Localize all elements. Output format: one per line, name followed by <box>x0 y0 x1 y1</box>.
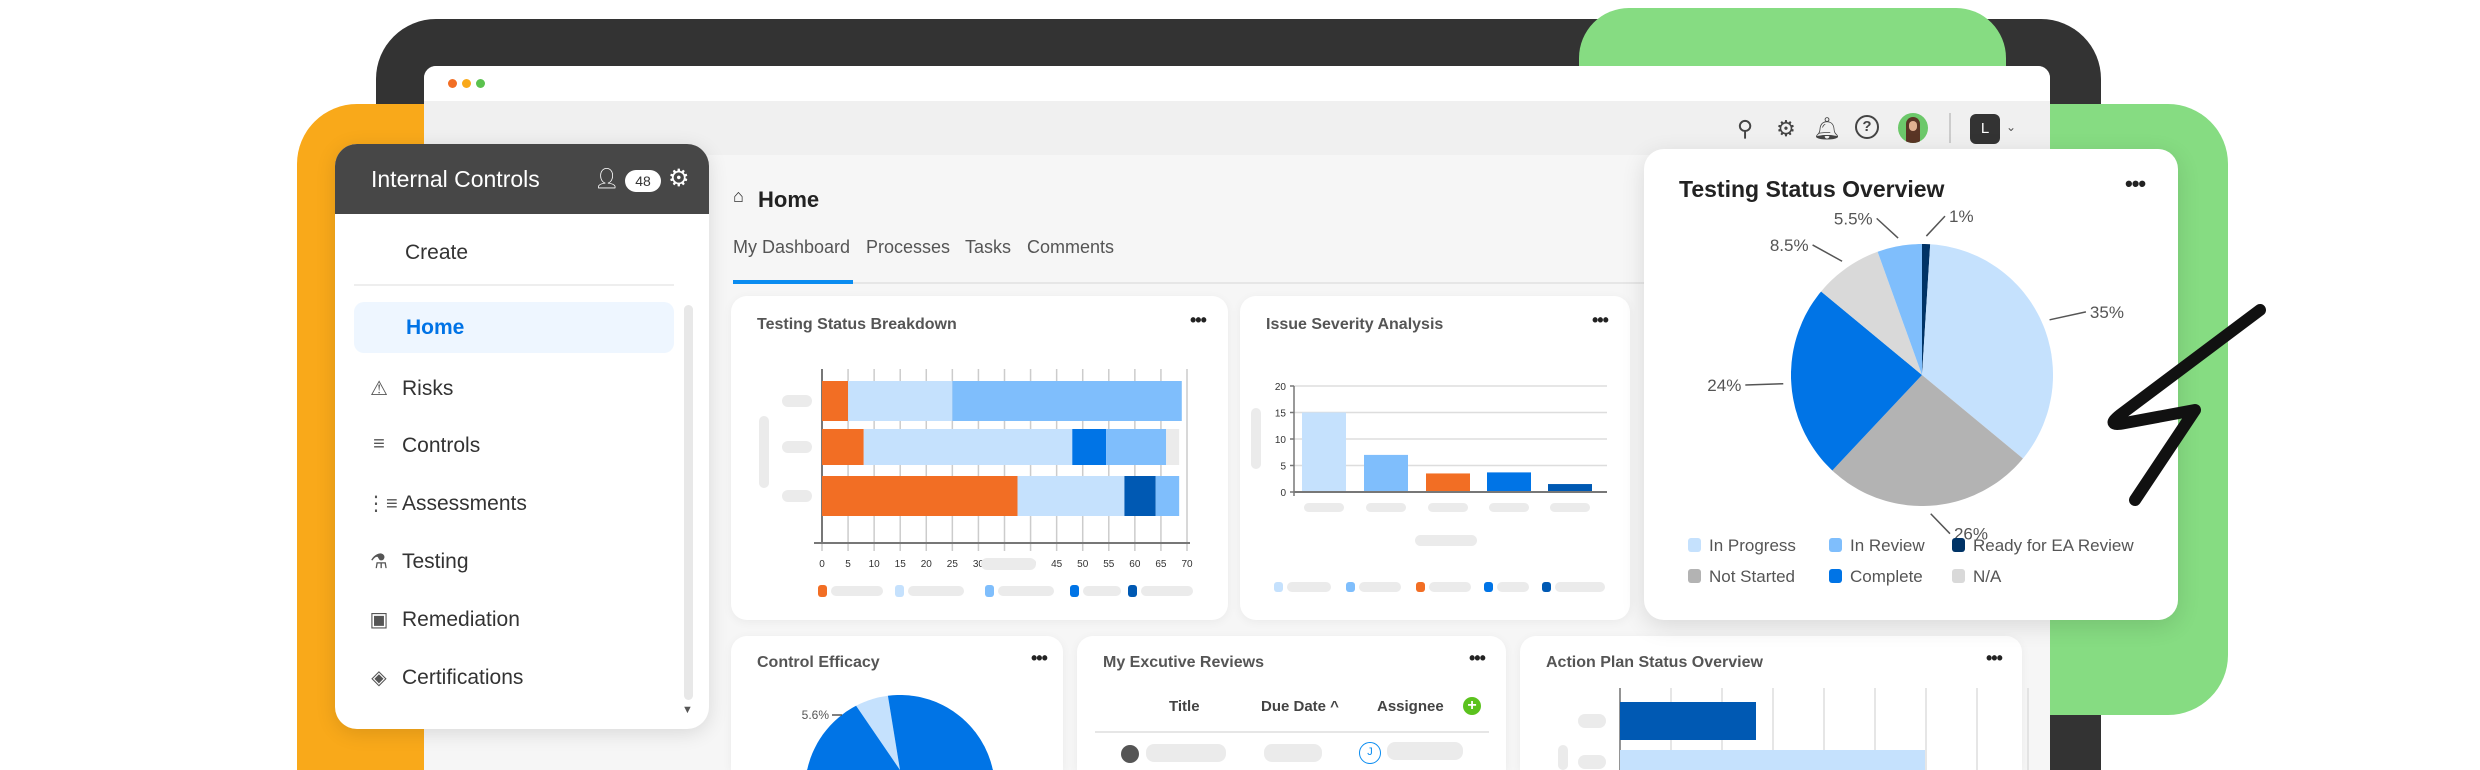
legend-swatch <box>1952 569 1965 583</box>
x-tick-label: 15 <box>895 559 907 570</box>
pie-slice <box>805 695 995 770</box>
pie-leader-line <box>1930 513 1951 535</box>
pie-data-label: 5.5% <box>1834 209 1873 228</box>
y-tick-label: 5 <box>1280 462 1286 473</box>
legend-swatch <box>895 585 904 597</box>
x-tick-label: 20 <box>921 559 933 570</box>
bar <box>1302 412 1346 492</box>
x-tick-label: 25 <box>947 559 959 570</box>
legend-swatch <box>1829 538 1842 552</box>
legend-swatch <box>1829 569 1842 583</box>
legend-swatch <box>1274 582 1283 592</box>
category-label-placeholder <box>1428 503 1468 512</box>
pie-data-label: 8.5% <box>1770 236 1809 255</box>
legend-label-placeholder <box>1287 582 1331 592</box>
legend-label-placeholder <box>1429 582 1471 592</box>
y-tick-label: 15 <box>1275 409 1287 420</box>
lightning-bolt-doodle <box>2107 304 2266 506</box>
legend-swatch <box>1688 569 1701 583</box>
y-tick-label: 0 <box>1280 488 1286 499</box>
y-tick-label: 10 <box>1275 435 1287 446</box>
bar-segment <box>822 429 864 465</box>
pie-data-label: 1% <box>1949 207 1974 226</box>
x-tick-label: 65 <box>1155 559 1167 570</box>
legend-label: Not Started <box>1709 567 1795 586</box>
category-label-placeholder <box>1578 714 1606 728</box>
legend-swatch <box>1416 582 1425 592</box>
legend-swatch <box>1346 582 1355 592</box>
pie-leader-line <box>2049 311 2087 321</box>
x-tick-label: 45 <box>1051 559 1063 570</box>
legend-swatch <box>818 585 827 597</box>
pie-data-label: 5.6% <box>802 708 830 722</box>
scroll-placeholder <box>1251 408 1261 469</box>
scroll-placeholder <box>759 416 769 488</box>
legend-swatch <box>985 585 994 597</box>
legend-swatch <box>1952 538 1965 552</box>
category-label-placeholder <box>1578 755 1606 769</box>
axis-title-placeholder <box>1415 535 1477 546</box>
scroll-placeholder <box>1558 745 1568 770</box>
legend-swatch <box>1484 582 1493 592</box>
x-tick-label: 60 <box>1129 559 1141 570</box>
bar-segment <box>1124 476 1156 516</box>
legend-label-placeholder <box>831 586 883 596</box>
bar <box>1426 473 1470 492</box>
bar-segment <box>822 476 1018 516</box>
legend-label: Ready for EA Review <box>1973 536 2134 555</box>
legend-label: N/A <box>1973 567 2002 586</box>
legend-label-placeholder <box>1359 582 1401 592</box>
pie-leader-line <box>1812 244 1843 262</box>
bar-segment <box>822 381 849 421</box>
category-label-placeholder <box>1489 503 1529 512</box>
x-tick-label: 10 <box>869 559 881 570</box>
legend-label: Complete <box>1850 567 1923 586</box>
bar-segment <box>1072 429 1107 465</box>
bar <box>1364 454 1408 492</box>
legend-swatch <box>1542 582 1551 592</box>
axis-title-placeholder <box>981 558 1036 570</box>
bar-segment <box>1106 429 1167 465</box>
legend-label-placeholder <box>1555 582 1605 592</box>
legend-label-placeholder <box>998 586 1054 596</box>
pie-data-label: 24% <box>1707 376 1741 395</box>
category-label-placeholder <box>782 395 812 407</box>
legend-swatch <box>1688 538 1701 552</box>
x-tick-label: 70 <box>1181 559 1193 570</box>
x-tick-label: 55 <box>1103 559 1115 570</box>
bar-segment <box>1155 476 1180 516</box>
legend-swatch <box>1128 585 1137 597</box>
bar-segment <box>863 429 1073 465</box>
legend-label-placeholder <box>1083 586 1121 596</box>
bar-segment <box>1017 476 1125 516</box>
x-tick-label: 50 <box>1077 559 1089 570</box>
legend-swatch <box>1070 585 1079 597</box>
x-tick-label: 5 <box>845 559 851 570</box>
legend-label-placeholder <box>1497 582 1529 592</box>
bar <box>1548 484 1592 492</box>
pie-leader-line <box>1876 217 1899 239</box>
legend-label-placeholder <box>908 586 964 596</box>
pie-leader-line <box>1925 215 1946 237</box>
bar <box>1620 702 1756 740</box>
category-label-placeholder <box>1366 503 1406 512</box>
bar-segment <box>952 381 1182 421</box>
y-tick-label: 20 <box>1275 382 1287 393</box>
legend-label: In Review <box>1850 536 1925 555</box>
bar <box>1620 750 1925 770</box>
category-label-placeholder <box>1304 503 1344 512</box>
x-tick-label: 0 <box>819 559 825 570</box>
legend-label: In Progress <box>1709 536 1796 555</box>
pie-leader-line <box>1745 382 1784 386</box>
category-label-placeholder <box>782 490 812 502</box>
category-label-placeholder <box>1550 503 1590 512</box>
bar <box>1487 472 1531 492</box>
bar-segment <box>1166 429 1180 465</box>
legend-label-placeholder <box>1141 586 1193 596</box>
bar-segment <box>848 381 953 421</box>
category-label-placeholder <box>782 441 812 453</box>
